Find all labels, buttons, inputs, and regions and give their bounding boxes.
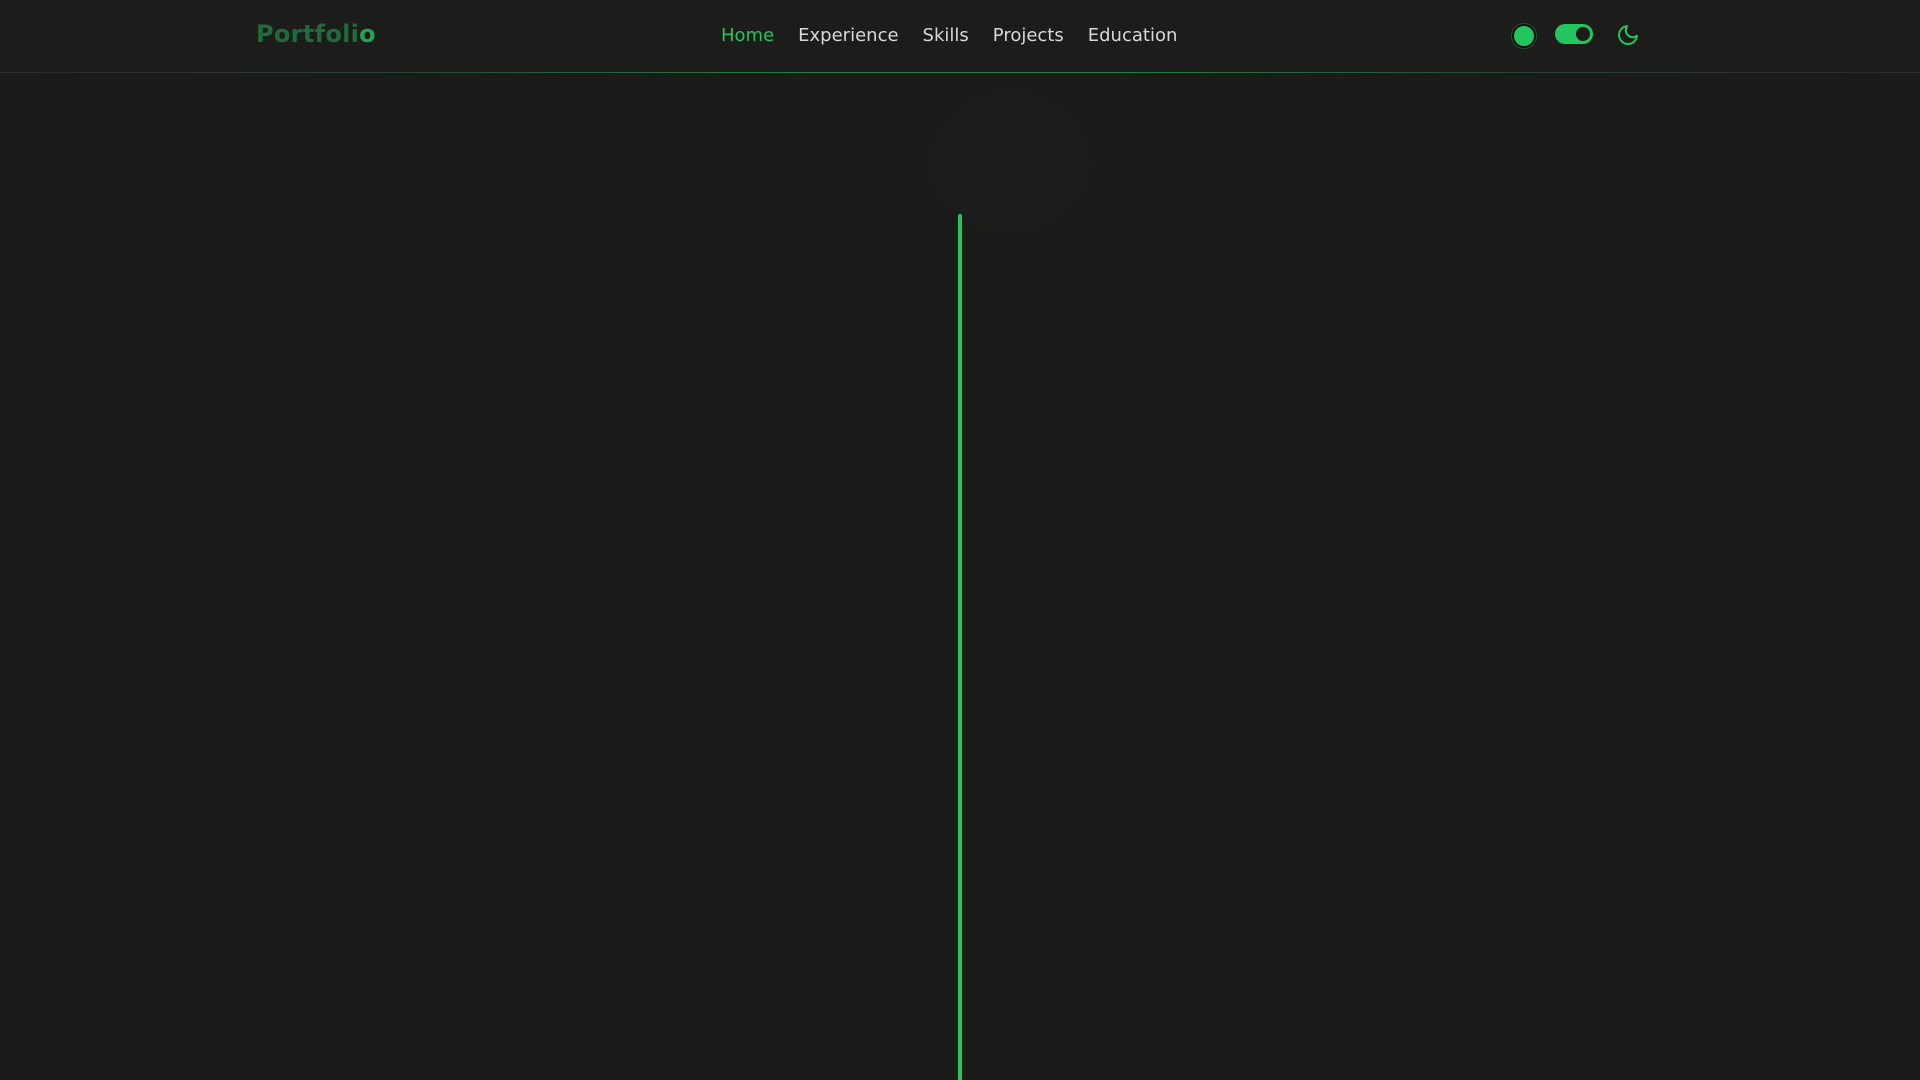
nav-link-skills[interactable]: Skills bbox=[923, 24, 969, 48]
nav-link-home[interactable]: Home bbox=[721, 24, 774, 48]
moon-icon[interactable] bbox=[1616, 23, 1640, 47]
brand-logo[interactable]: Portfolio bbox=[256, 20, 376, 48]
brand-text: Portfoli bbox=[256, 20, 360, 48]
nav-link-experience[interactable]: Experience bbox=[798, 24, 898, 48]
main-nav: Home Experience Skills Projects Educatio… bbox=[721, 24, 1177, 48]
top-navbar: Portfolio Home Experience Skills Project… bbox=[0, 0, 1920, 73]
navbar-glow-divider bbox=[0, 72, 1920, 73]
accent-color-dot-icon[interactable] bbox=[1512, 24, 1536, 48]
hero-blur-shape bbox=[930, 92, 1090, 232]
toggle-knob bbox=[1576, 27, 1590, 41]
portfolio-page: Portfolio Home Experience Skills Project… bbox=[0, 0, 1920, 1080]
brand-text-accent: o bbox=[359, 20, 376, 48]
nav-link-projects[interactable]: Projects bbox=[993, 24, 1064, 48]
theme-toggle-switch[interactable] bbox=[1555, 24, 1593, 44]
nav-link-education[interactable]: Education bbox=[1088, 24, 1178, 48]
timeline-line bbox=[958, 214, 962, 1080]
